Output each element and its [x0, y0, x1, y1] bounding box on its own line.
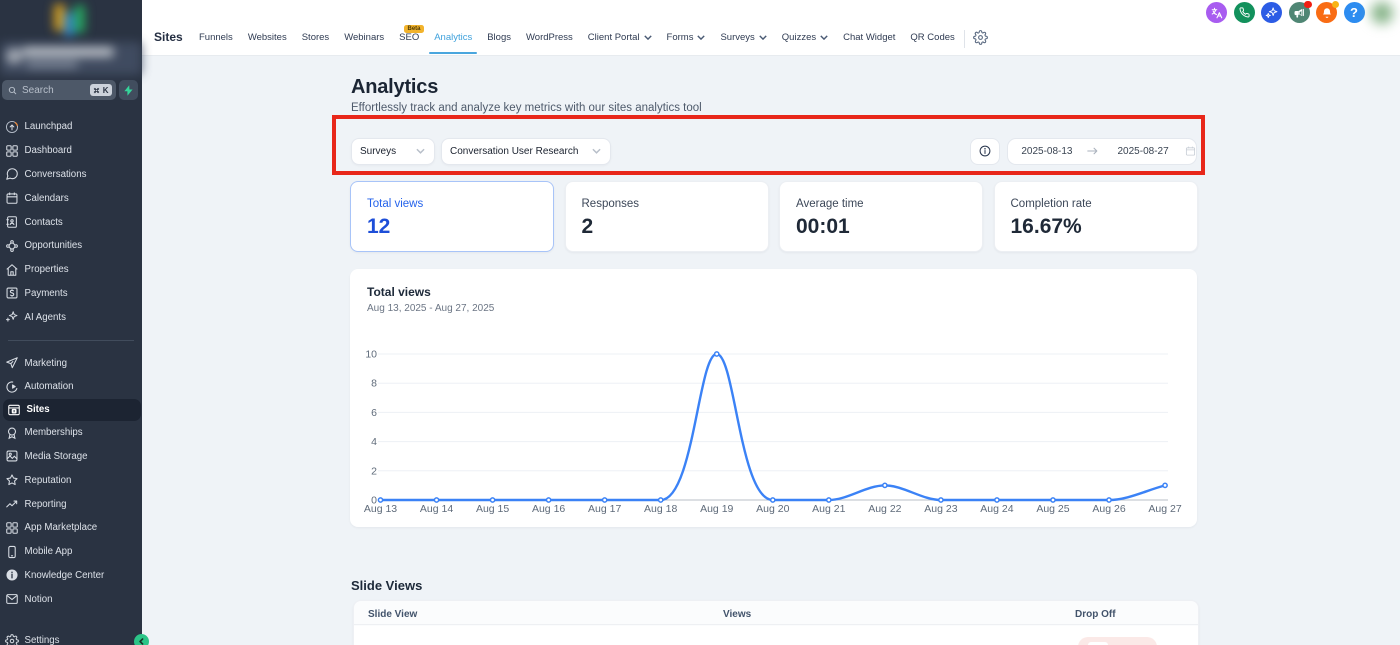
svg-text:Aug 20: Aug 20: [756, 503, 789, 515]
svg-text:Aug 14: Aug 14: [420, 503, 453, 515]
svg-text:Aug 17: Aug 17: [588, 503, 621, 515]
svg-text:2: 2: [371, 465, 377, 477]
svg-text:Aug 19: Aug 19: [700, 503, 733, 515]
svg-text:Aug 23: Aug 23: [924, 503, 957, 515]
svg-text:Aug 16: Aug 16: [532, 503, 565, 515]
svg-text:Aug 18: Aug 18: [644, 503, 677, 515]
svg-text:Aug 22: Aug 22: [868, 503, 901, 515]
svg-text:Aug 27: Aug 27: [1148, 503, 1181, 515]
svg-text:Aug 15: Aug 15: [476, 503, 509, 515]
svg-text:6: 6: [371, 407, 377, 419]
svg-text:Aug 25: Aug 25: [1036, 503, 1069, 515]
svg-text:Aug 26: Aug 26: [1092, 503, 1125, 515]
svg-text:10: 10: [365, 349, 377, 361]
svg-text:4: 4: [371, 436, 377, 448]
svg-text:Aug 13: Aug 13: [364, 503, 397, 515]
svg-text:Aug 21: Aug 21: [812, 503, 845, 515]
svg-text:Aug 24: Aug 24: [980, 503, 1013, 515]
svg-text:8: 8: [371, 378, 377, 390]
